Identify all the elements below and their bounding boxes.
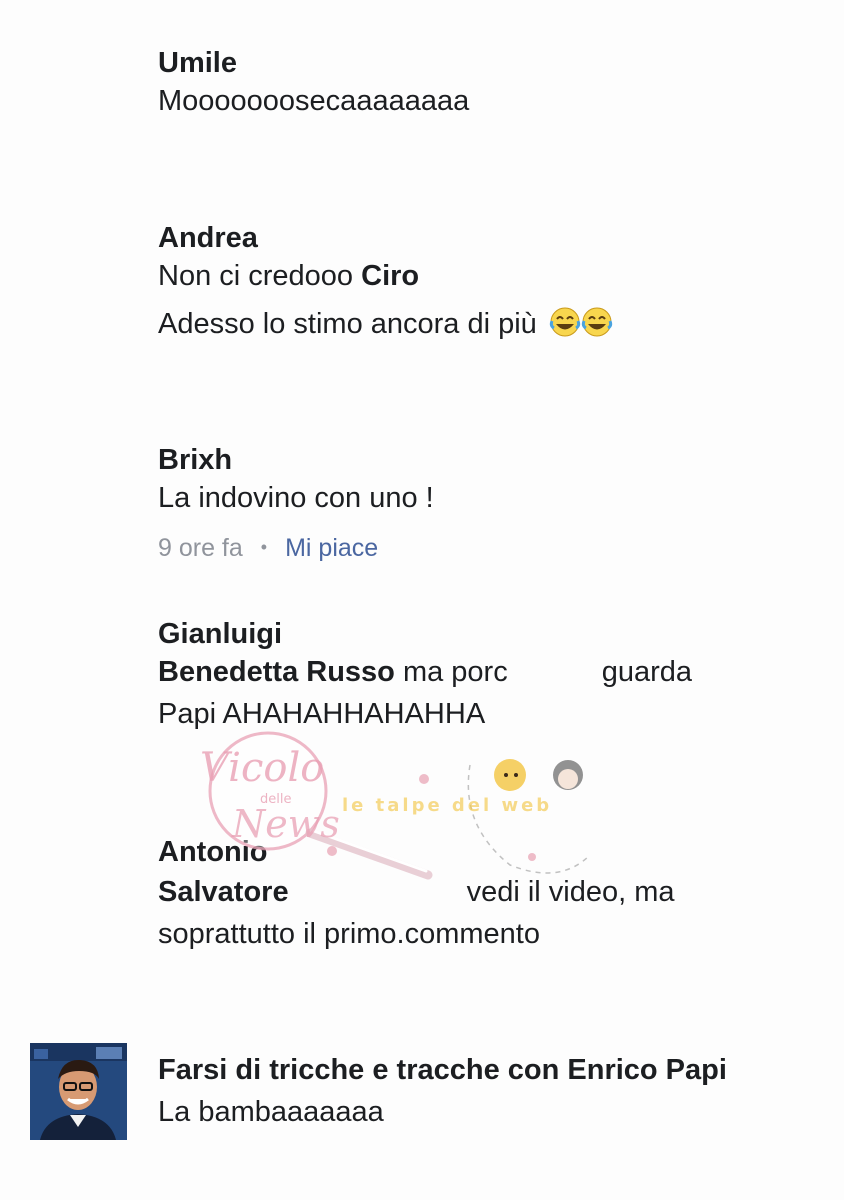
comment-text: guarda (601, 656, 693, 688)
comment-author[interactable]: Andrea (158, 221, 798, 255)
mention-benedetta-russo[interactable]: Benedetta Russo (158, 656, 395, 688)
comment-author[interactable]: Brixh (158, 443, 798, 477)
comment-author[interactable]: Farsi di tricche e tracche con Enrico Pa… (158, 1053, 798, 1087)
separator-dot: • (260, 537, 268, 557)
comment-gianluigi: Gianluigi Benedetta Russo ma porc guarda … (158, 617, 798, 735)
comment-author[interactable]: Antonio (158, 835, 798, 869)
comment-text-line-1: Benedetta Russo ma porc guarda (158, 651, 798, 693)
comments-screenshot: Umile Mooooooosecaaaaaaaa Andrea Non ci … (0, 0, 844, 1200)
comment-brixh: Brixh La indovino con uno ! 9 ore fa • Mi … (158, 443, 798, 565)
comment-text-line-1: Non ci credooo Ciro (158, 255, 798, 297)
comment-text: Adesso lo stimo ancora di più (158, 308, 537, 340)
watermark-logo-text: Vicolo (200, 745, 324, 791)
comment-antonio: Antonio Salvatore vedi il video, ma sopra… (158, 835, 798, 955)
comment-text-line-2: soprattutto il primo.commento (158, 918, 540, 950)
comment-umile: Umile Mooooooosecaaaaaaaa (158, 46, 798, 122)
comment-author[interactable]: Gianluigi (158, 617, 798, 651)
laughing-tears-icon (581, 307, 613, 349)
mention-ciro[interactable]: Ciro (361, 260, 419, 292)
comment-text-line-2: Papi AHAHAHHAHAHHA (158, 698, 486, 730)
laughing-tears-icon (549, 307, 581, 349)
comment-timestamp: 9 ore fa (158, 534, 243, 562)
profile-photo-icon (30, 1043, 127, 1140)
like-link[interactable]: Mi piace (285, 534, 378, 562)
avatar[interactable] (30, 1043, 127, 1140)
comment-farsi-di-tricche: Farsi di tricche e tracche con Enrico Pa… (158, 1053, 798, 1133)
comment-text: ma porc (394, 656, 508, 688)
mention-salvatore[interactable]: Salvatore (158, 876, 289, 908)
watermark-badge-text: le talpe del web (342, 795, 552, 816)
comment-meta: 9 ore fa • Mi piace (158, 533, 798, 565)
comment-text: Mooooooosecaaaaaaaa (158, 85, 470, 117)
comment-text: vedi il video, ma (466, 876, 675, 908)
watermark-logo-text: delle (260, 792, 291, 807)
comment-author[interactable]: Umile (158, 46, 798, 80)
comment-text: Non ci credooo (158, 260, 362, 292)
comment-text-line-2: Adesso lo stimo ancora di più (158, 303, 798, 349)
comment-text: La bambaaaaaaa (158, 1096, 384, 1128)
comment-text: La indovino con uno ! (158, 482, 434, 514)
comment-andrea: Andrea Non ci credooo Ciro Adesso lo sti… (158, 221, 798, 349)
comment-text-line-1: Salvatore vedi il video, ma (158, 871, 798, 913)
